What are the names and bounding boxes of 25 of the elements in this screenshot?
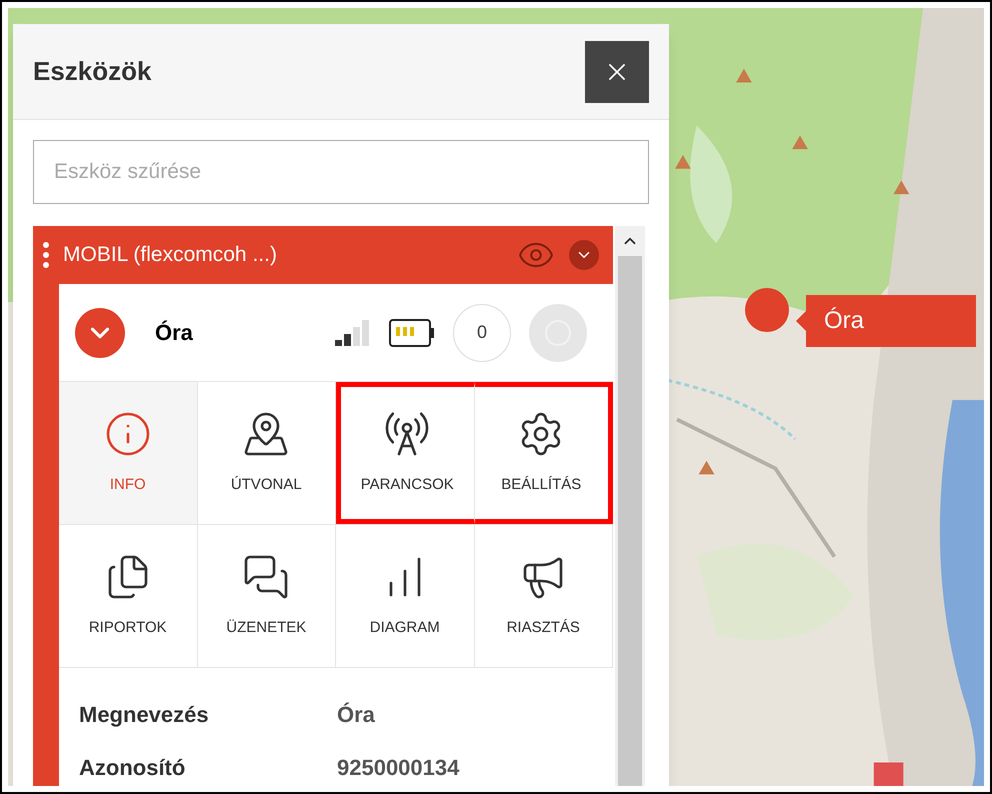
battery-icon: [389, 318, 435, 346]
chat-bubbles-icon: [242, 552, 290, 601]
menu-tile[interactable]: INFO: [59, 382, 198, 524]
counter-badge: 0: [453, 304, 511, 362]
group-name: MOBIL (flexcomcoh ...): [63, 242, 278, 268]
group-header[interactable]: MOBIL (flexcomcoh ...): [33, 226, 613, 284]
radio-tower-icon: [383, 410, 432, 458]
search-field[interactable]: Eszköz szűrése: [33, 140, 649, 204]
detail-label: Azonosító: [79, 754, 186, 782]
panel-title: Eszközök: [33, 55, 152, 88]
close-button[interactable]: [585, 40, 649, 102]
detail-label: Megnevezés: [79, 701, 210, 729]
detail-value: 9250000134: [337, 754, 460, 782]
scrollbar[interactable]: [615, 226, 645, 786]
map-pin-icon: [242, 410, 290, 458]
marker-label: Óra: [796, 295, 976, 347]
group-toggle[interactable]: [569, 240, 599, 270]
menu-tile[interactable]: PARANCSOK: [336, 382, 474, 524]
drag-handle-icon: [43, 242, 49, 268]
signal-icon: [335, 320, 371, 346]
device-toggle[interactable]: [75, 308, 125, 358]
device-name: Óra: [155, 319, 194, 347]
detail-value: Óra: [337, 701, 375, 729]
info-icon: [104, 410, 152, 458]
menu-tile[interactable]: BEÁLLÍTÁS: [474, 382, 613, 524]
